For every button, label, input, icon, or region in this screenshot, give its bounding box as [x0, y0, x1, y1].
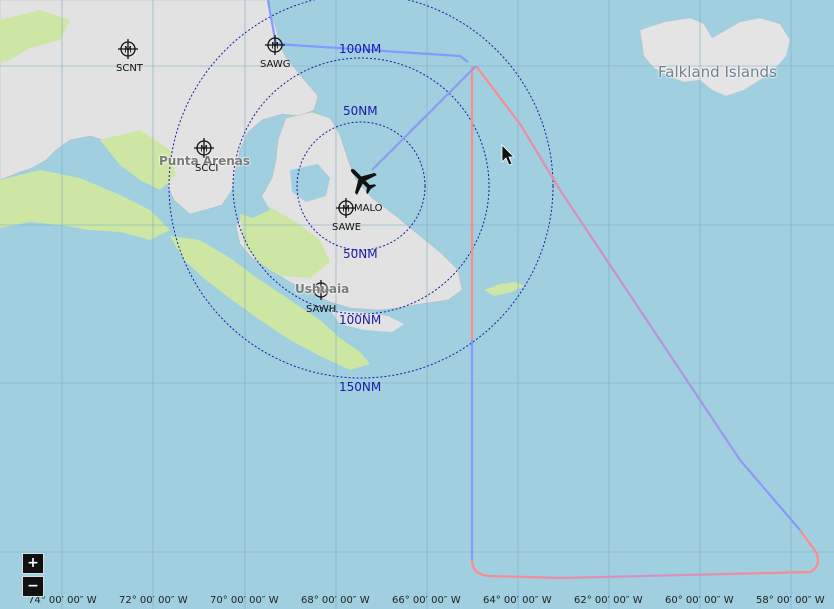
longitude-label: 70° 00′ 00″ W — [210, 595, 279, 606]
range-label-100nm-top: 100NM — [339, 42, 382, 56]
longitude-label: 72° 00′ 00″ W — [119, 595, 188, 606]
svg-text:M: M — [200, 145, 208, 155]
airport-code-sawh[interactable]: SAWH — [306, 304, 336, 315]
map-canvas[interactable]: M M M M M — [0, 0, 834, 609]
svg-text:M: M — [124, 46, 132, 56]
airport-code-scnt[interactable]: SCNT — [116, 63, 143, 74]
longitude-label: 66° 00′ 00″ W — [392, 595, 461, 606]
zoom-out-button[interactable]: − — [22, 576, 44, 597]
longitude-label: 58° 00′ 00″ W — [756, 595, 825, 606]
range-label-50nm-bottom: 50NM — [343, 247, 378, 261]
svg-text:M: M — [342, 205, 350, 215]
navaid-code-malo[interactable]: MALO — [354, 203, 383, 214]
longitude-label: 68° 00′ 00″ W — [301, 595, 370, 606]
place-label-ushuaia: Ushuaia — [295, 282, 350, 296]
longitude-label: 60° 00′ 00″ W — [665, 595, 734, 606]
longitude-label: 64° 00′ 00″ W — [483, 595, 552, 606]
range-label-50nm-top: 50NM — [343, 104, 378, 118]
map-view[interactable]: M M M M M Falkland Islands Punta Arenas … — [0, 0, 834, 609]
zoom-in-button[interactable]: + — [22, 553, 44, 574]
airport-code-sawg[interactable]: SAWG — [260, 59, 290, 70]
range-label-100nm-bottom: 100NM — [339, 313, 382, 327]
range-label-150nm: 150NM — [339, 380, 382, 394]
longitude-label: 62° 00′ 00″ W — [574, 595, 643, 606]
svg-text:M: M — [271, 42, 279, 52]
airport-code-scci[interactable]: SCCI — [195, 163, 218, 174]
place-label-falkland-islands: Falkland Islands — [658, 63, 777, 81]
airport-code-sawe[interactable]: SAWE — [332, 222, 361, 233]
